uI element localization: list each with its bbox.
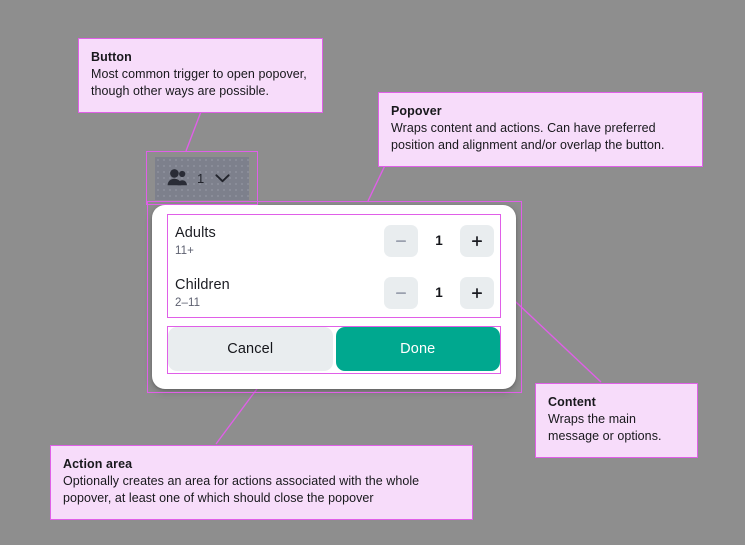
children-value: 1 [418, 286, 460, 300]
callout-button: Button Most common trigger to open popov… [78, 38, 323, 113]
option-title: Children [175, 276, 230, 294]
callout-title: Popover [391, 103, 690, 119]
popover-card: Adults 11+ 1 [152, 205, 516, 389]
adults-increment-button[interactable] [460, 225, 494, 257]
option-labels: Adults 11+ [175, 224, 216, 258]
option-labels: Children 2–11 [175, 276, 230, 310]
minus-icon [394, 286, 408, 300]
plus-icon [470, 286, 484, 300]
option-row-children: Children 2–11 1 [168, 267, 500, 319]
option-row-adults: Adults 11+ 1 [168, 215, 500, 267]
chevron-down-icon [215, 171, 230, 186]
option-title: Adults [175, 224, 216, 242]
callout-title: Action area [63, 456, 460, 472]
callout-popover: Popover Wraps content and actions. Can h… [378, 92, 703, 167]
connector-content-to-area [501, 288, 601, 382]
callout-body: Wraps the main message or options. [548, 411, 685, 445]
children-increment-button[interactable] [460, 277, 494, 309]
cancel-button[interactable]: Cancel [168, 327, 333, 371]
children-decrement-button[interactable] [384, 277, 418, 309]
callout-title: Button [91, 49, 310, 65]
guests-trigger-button[interactable]: 1 [155, 157, 249, 200]
plus-icon [470, 234, 484, 248]
callout-body: Optionally creates an area for actions a… [63, 473, 460, 507]
option-subtitle: 11+ [175, 244, 216, 258]
popover-action-area: Cancel Done [168, 327, 500, 371]
guest-count: 1 [197, 172, 204, 185]
people-icon [167, 169, 188, 189]
adults-decrement-button[interactable] [384, 225, 418, 257]
trigger-button-wrapper: 1 [155, 157, 249, 200]
adults-stepper: 1 [384, 225, 494, 257]
callout-body: Wraps content and actions. Can have pref… [391, 120, 690, 154]
children-stepper: 1 [384, 277, 494, 309]
callout-title: Content [548, 394, 685, 410]
connector-button-to-trigger [186, 109, 202, 151]
callout-content: Content Wraps the main message or option… [535, 383, 698, 458]
callout-body: Most common trigger to open popover, tho… [91, 66, 310, 100]
anatomy-diagram: 1 Adults 11+ [0, 0, 745, 545]
callout-action-area: Action area Optionally creates an area f… [50, 445, 473, 520]
minus-icon [394, 234, 408, 248]
popover-content-area: Adults 11+ 1 [168, 215, 500, 319]
adults-value: 1 [418, 234, 460, 248]
option-subtitle: 2–11 [175, 296, 230, 310]
done-button[interactable]: Done [336, 327, 501, 371]
